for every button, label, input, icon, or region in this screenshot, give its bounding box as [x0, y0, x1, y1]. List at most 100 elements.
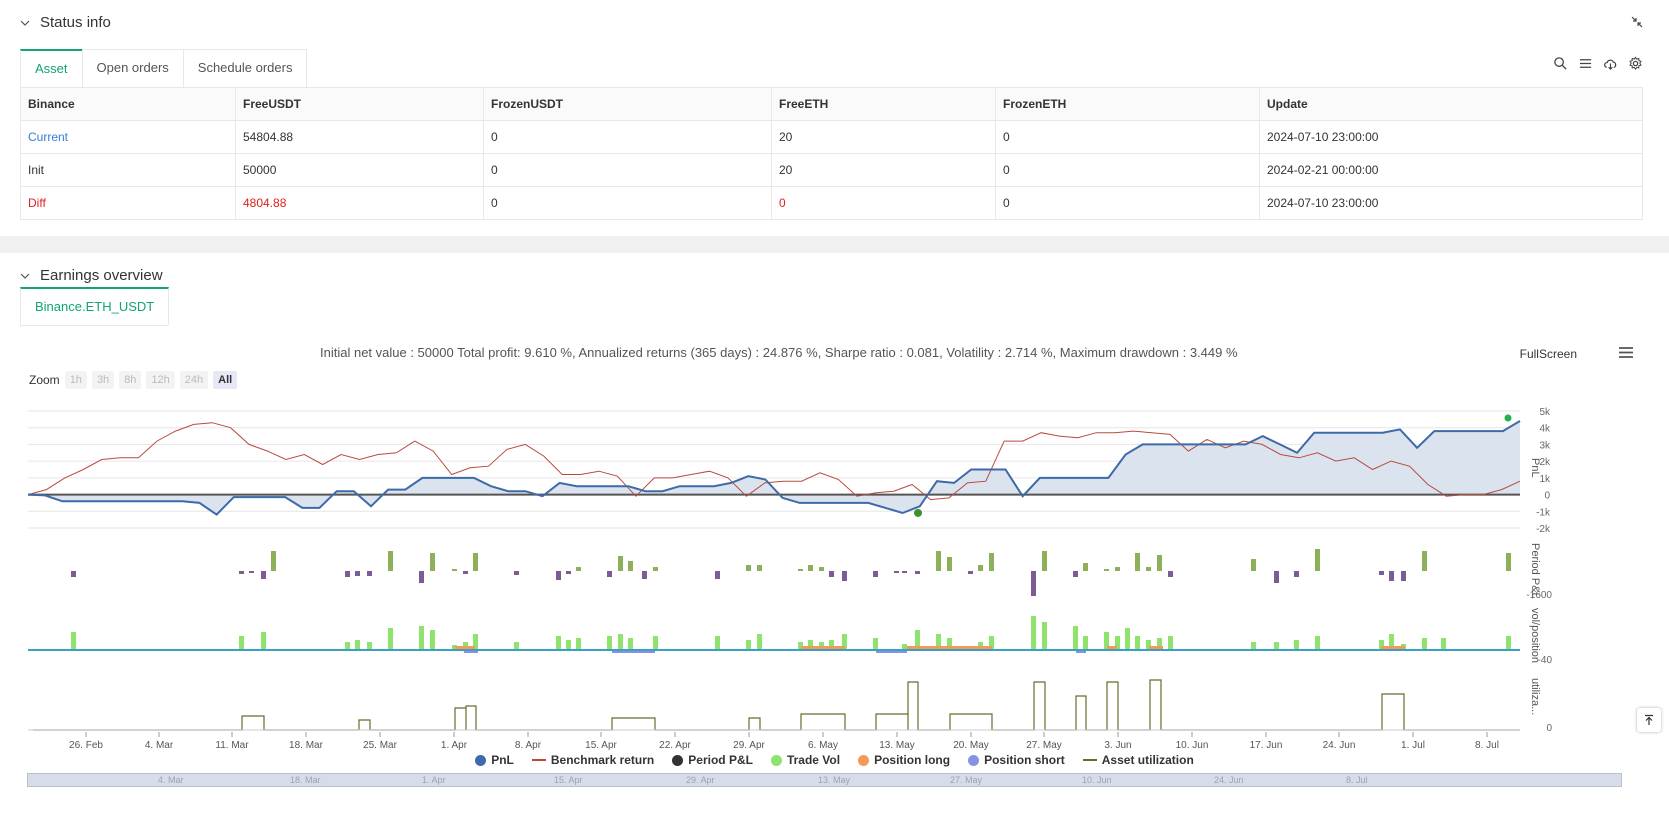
- trade-vol-bar: [1422, 638, 1427, 650]
- navigator-tick-label: 13. May: [818, 775, 851, 785]
- trade-vol-bar: [576, 638, 581, 650]
- trade-vol-bar: [419, 626, 424, 650]
- period-pnl-bar: [1274, 571, 1279, 583]
- trade-vol-bar: [1042, 622, 1047, 650]
- period-pnl-bar: [249, 571, 254, 573]
- gear-icon[interactable]: [1628, 56, 1643, 71]
- navigator-tick-label: 1. Apr: [422, 775, 446, 785]
- period-pnl-bar: [566, 571, 571, 574]
- period-pnl-bar: [1422, 551, 1427, 571]
- trade-vol-bar: [653, 636, 658, 650]
- trade-vol-bar: [1168, 636, 1173, 650]
- period-pnl-bar: [968, 571, 973, 574]
- navigator-tick-label: 24. Jun: [1214, 775, 1244, 785]
- tab-schedule-orders[interactable]: Schedule orders: [182, 49, 308, 87]
- period-pnl-bar: [239, 571, 244, 574]
- period-pnl-bar: [271, 551, 276, 571]
- trade-vol-bar: [239, 636, 244, 650]
- legend-label: Position long: [874, 753, 951, 767]
- back-to-top-button[interactable]: [1637, 708, 1661, 732]
- period-pnl-bar: [915, 571, 920, 574]
- navigator-tick-label: 4. Mar: [158, 775, 184, 785]
- legend-swatch: [672, 754, 684, 766]
- legend-item[interactable]: PnL: [475, 753, 514, 767]
- earnings-panel: Earnings overview Binance.ETH_USDT Initi…: [0, 253, 1669, 837]
- trade-vol-bar: [345, 642, 350, 650]
- period-pnl-bar: [628, 561, 633, 571]
- trade-vol-bar: [566, 640, 571, 650]
- trade-vol-bar: [1083, 636, 1088, 650]
- legend-item[interactable]: Trade Vol: [770, 753, 840, 767]
- period-pnl-bar: [715, 571, 720, 579]
- period-pnl-bar: [842, 571, 847, 581]
- range-navigator[interactable]: 4. Mar 18. Mar 1. Apr 15. Apr 29. Apr 13. May…: [27, 773, 1622, 787]
- table-cell: 0: [771, 186, 996, 220]
- legend-label: PnL: [491, 753, 514, 767]
- trade-vol-bar: [746, 640, 751, 650]
- period-pnl-bar: [452, 569, 457, 571]
- period-pnl-bar: [808, 565, 813, 571]
- legend-item[interactable]: Position short: [968, 753, 1065, 767]
- col-freeeth: FreeETH: [771, 87, 996, 121]
- legend-label: Asset utilization: [1101, 753, 1194, 767]
- x-tick-label: 15. Apr: [585, 740, 617, 751]
- x-tick-label: 3. Jun: [1104, 740, 1131, 751]
- trade-vol-bar: [355, 640, 360, 650]
- legend-swatch: [531, 759, 546, 761]
- row-label-init: Init: [20, 153, 236, 187]
- pnl-tick-label: 4k: [1539, 424, 1551, 435]
- x-tick-label: 26. Feb: [69, 740, 103, 751]
- x-tick-label: 20. May: [953, 740, 989, 751]
- cloud-download-icon[interactable]: [1603, 56, 1618, 71]
- pnl-axis-label: PnL: [1529, 458, 1541, 478]
- tab-asset[interactable]: Asset: [20, 49, 83, 87]
- legend-item[interactable]: Benchmark return: [531, 753, 654, 767]
- period-pnl-bar: [757, 565, 762, 571]
- legend-item[interactable]: Period P&L: [672, 753, 753, 767]
- x-tick-label: 6. May: [808, 740, 838, 751]
- tab-open-orders[interactable]: Open orders: [81, 49, 184, 87]
- period-pnl-bar: [1073, 571, 1078, 577]
- status-header[interactable]: Status info: [20, 14, 111, 31]
- asset-table: Binance FreeUSDT FrozenUSDT FreeETH Froz…: [20, 87, 1643, 220]
- period-pnl-bar: [261, 571, 266, 579]
- period-pnl-bar: [1251, 559, 1256, 571]
- period-pnl-bar: [355, 571, 360, 576]
- asset-utilization-line: [33, 679, 1520, 731]
- x-tick-label: 29. Apr: [733, 740, 765, 751]
- legend-swatch: [475, 754, 487, 766]
- period-pnl-bar: [473, 553, 478, 571]
- status-title: Status info: [40, 14, 111, 31]
- list-icon[interactable]: [1578, 56, 1593, 71]
- period-pnl-bar: [71, 571, 76, 577]
- search-icon[interactable]: [1553, 56, 1568, 71]
- period-pnl-bar: [1379, 571, 1384, 575]
- period-pnl-bar: [902, 571, 907, 573]
- period-pnl-bar: [1294, 571, 1299, 577]
- legend-item[interactable]: Position long: [858, 753, 950, 767]
- table-cell: 0: [483, 186, 772, 220]
- col-freeusdt: FreeUSDT: [235, 87, 484, 121]
- trade-vol-bar: [556, 636, 561, 650]
- table-cell: 0: [483, 120, 772, 154]
- earnings-chart[interactable]: 5k4k3k2k1k0-1k-2kPnLPeriod P&L-1600vol/p…: [0, 253, 1669, 813]
- x-tick-label: 22. Apr: [659, 740, 691, 751]
- period-pnl-bar: [1146, 567, 1151, 571]
- row-label-current[interactable]: Current: [20, 120, 236, 154]
- legend-swatch: [770, 754, 782, 766]
- trade-vol-bar: [1125, 628, 1130, 650]
- x-tick-label: 24. Jun: [1323, 740, 1356, 751]
- collapse-icon[interactable]: [1631, 16, 1643, 28]
- trade-vol-bar: [1274, 642, 1279, 650]
- legend-item[interactable]: Asset utilization: [1082, 753, 1194, 767]
- navigator-tick-label: 15. Apr: [554, 775, 583, 785]
- period-pnl-bar: [1401, 571, 1406, 581]
- table-cell: 2024-02-21 00:00:00: [1259, 153, 1643, 187]
- table-cell: 0: [995, 120, 1260, 154]
- chevron-down-icon[interactable]: [20, 18, 30, 28]
- table-cell: 0: [995, 153, 1260, 187]
- legend-swatch: [968, 754, 980, 766]
- period-pnl-bar: [1083, 563, 1088, 571]
- col-frozenusdt: FrozenUSDT: [483, 87, 772, 121]
- period-pnl-bar: [345, 571, 350, 577]
